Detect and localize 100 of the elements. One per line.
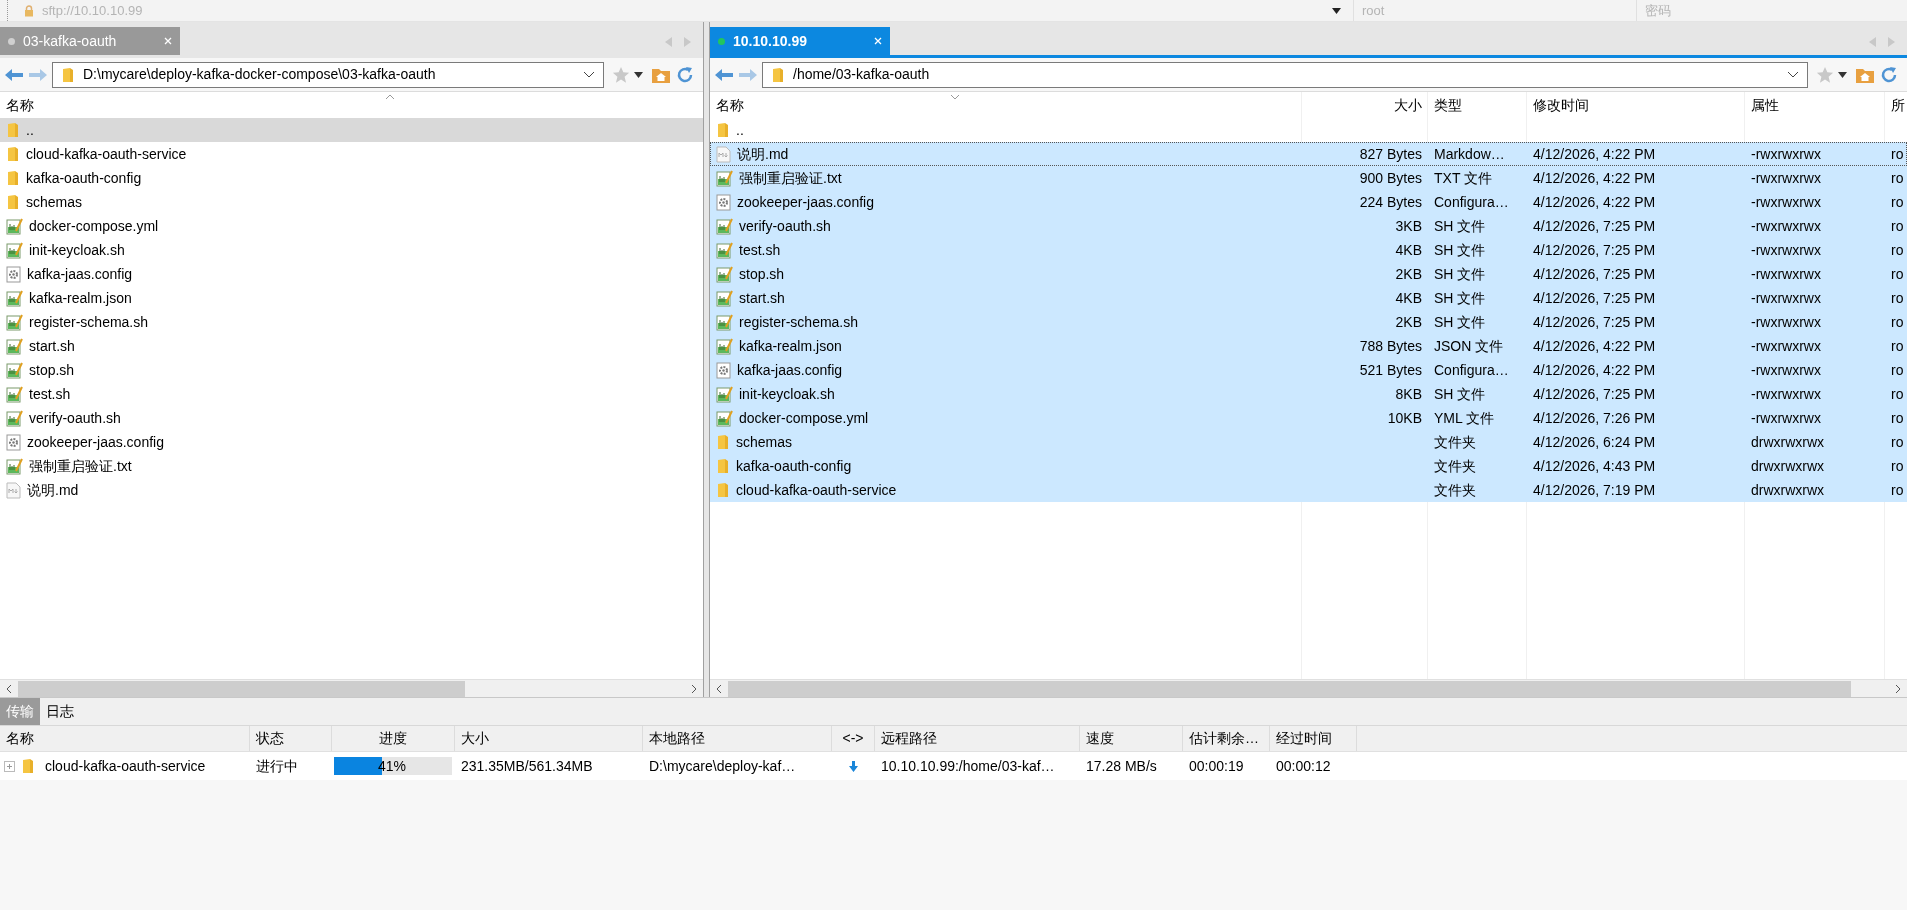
file-row[interactable]: kafka-oauth-config 文件夹 4/12/2026, 4:43 PM drwxrwxrwx ro — [710, 454, 1907, 478]
chevron-down-icon[interactable] — [1787, 70, 1799, 79]
file-row[interactable]: kafka-oauth-config — [0, 166, 703, 190]
table-cell-text: ro — [1891, 240, 1904, 260]
file-row[interactable]: test.sh — [0, 382, 703, 406]
file-row[interactable]: init-keycloak.sh — [0, 238, 703, 262]
file-row[interactable]: kafka-realm.json 788 Bytes JSON 文件 4/12/2026, 4:22 PM -rwxrwxrwx ro — [710, 334, 1907, 358]
table-cell-text: 4/12/2026, 7:25 PM — [1533, 384, 1656, 404]
file-name: stop.sh — [739, 264, 785, 284]
file-row[interactable]: verify-oauth.sh — [0, 406, 703, 430]
back-arrow-icon[interactable] — [714, 66, 734, 83]
column-header[interactable]: 进度 — [379, 728, 407, 749]
back-arrow-icon[interactable] — [4, 66, 24, 83]
file-name: start.sh — [739, 288, 785, 308]
table-cell-text: 521 Bytes — [1359, 360, 1422, 380]
column-header[interactable]: 修改时间 — [1533, 95, 1589, 116]
table-cell-text: -rwxrwxrwx — [1751, 168, 1821, 188]
file-row[interactable]: kafka-realm.json — [0, 286, 703, 310]
file-row[interactable]: .. — [0, 118, 703, 142]
file-row[interactable]: .. — [710, 118, 1907, 142]
caret-down-icon[interactable] — [634, 71, 643, 78]
close-icon[interactable] — [164, 37, 172, 45]
column-header[interactable]: 估计剩余… — [1189, 728, 1259, 749]
column-header[interactable]: 本地路径 — [649, 728, 705, 749]
file-row[interactable]: schemas 文件夹 4/12/2026, 6:24 PM drwxrwxrwx ro — [710, 430, 1907, 454]
folder-icon — [6, 146, 20, 162]
file-name: stop.sh — [29, 360, 75, 380]
file-row[interactable]: stop.sh 2KB SH 文件 4/12/2026, 7:25 PM -rwxrwxrwx ro — [710, 262, 1907, 286]
column-header[interactable]: 名称 — [716, 95, 744, 116]
close-icon[interactable] — [874, 37, 882, 45]
file-row[interactable]: docker-compose.yml 10KB YML 文件 4/12/2026, 7:26 PM -rwxrwxrwx ro — [710, 406, 1907, 430]
file-row[interactable]: 说明.md — [0, 478, 703, 502]
column-header[interactable]: 大小 — [1394, 95, 1422, 116]
column-header[interactable]: 状态 — [256, 728, 284, 749]
chevron-down-icon[interactable] — [583, 70, 595, 79]
file-row[interactable]: init-keycloak.sh 8KB SH 文件 4/12/2026, 7:25 PM -rwxrwxrwx ro — [710, 382, 1907, 406]
file-row[interactable]: test.sh 4KB SH 文件 4/12/2026, 7:25 PM -rwxrwxrwx ro — [710, 238, 1907, 262]
table-cell-text: SH 文件 — [1434, 240, 1486, 260]
file-name: kafka-jaas.config — [737, 360, 843, 380]
file-name: cloud-kafka-oauth-service — [26, 144, 187, 164]
column-header[interactable]: <-> — [842, 728, 864, 749]
column-header[interactable]: 经过时间 — [1276, 728, 1332, 749]
path-field[interactable]: /home/03-kafka-oauth — [762, 61, 1808, 88]
file-row[interactable]: cloud-kafka-oauth-service — [0, 142, 703, 166]
file-row[interactable]: cloud-kafka-oauth-service 文件夹 4/12/2026, 7:19 PM drwxrwxrwx ro — [710, 478, 1907, 502]
table-cell: 17.28 MB/s — [1086, 757, 1157, 774]
file-row[interactable]: register-schema.sh 2KB SH 文件 4/12/2026, 7:25 PM -rwxrwxrwx ro — [710, 310, 1907, 334]
table-cell-text: ro — [1891, 192, 1904, 212]
file-name: .. — [26, 120, 34, 140]
file-row[interactable]: stop.sh — [0, 358, 703, 382]
table-cell-text: ro — [1891, 432, 1904, 452]
password-field[interactable]: 密码 — [1637, 0, 1907, 21]
column-header[interactable]: 名称 — [6, 728, 34, 749]
caret-down-icon[interactable] — [1838, 71, 1847, 78]
file-row[interactable]: zookeeper-jaas.config — [0, 430, 703, 454]
file-row[interactable]: zookeeper-jaas.config 224 Bytes Configura… 4/12/2026, 4:22 PM -rwxrwxrwx ro — [710, 190, 1907, 214]
scrollbar-thumb[interactable] — [728, 680, 1851, 697]
column-header[interactable]: 速度 — [1086, 728, 1114, 749]
file-name: test.sh — [29, 384, 71, 404]
refresh-icon[interactable] — [1879, 64, 1899, 85]
file-row[interactable]: register-schema.sh — [0, 310, 703, 334]
star-icon[interactable] — [612, 65, 630, 84]
file-row[interactable]: schemas — [0, 190, 703, 214]
table-cell: 10.10.10.99:/home/03-kaf… — [881, 757, 1055, 774]
column-header[interactable]: 名称 — [0, 95, 703, 118]
file-row[interactable]: 说明.md 827 Bytes Markdow… 4/12/2026, 4:22 PM -rwxrwxrwx ro — [710, 142, 1907, 166]
column-header[interactable]: 类型 — [1434, 95, 1462, 116]
panel-tab[interactable]: 日志 — [40, 698, 80, 725]
column-header[interactable]: 属性 — [1751, 95, 1779, 116]
column-header[interactable]: 大小 — [461, 728, 489, 749]
column-header[interactable]: 所 — [1891, 95, 1905, 116]
path-field[interactable]: D:\mycare\deploy-kafka-docker-compose\03-kafka-oauth — [52, 61, 604, 88]
table-cell-text: 4KB — [1395, 288, 1422, 308]
pane-tab[interactable]: 10.10.10.99 — [710, 27, 890, 55]
caret-down-icon[interactable] — [1332, 7, 1341, 14]
file-name: kafka-realm.json — [29, 288, 132, 308]
table-cell-text: Configura… — [1434, 192, 1509, 212]
file-row[interactable]: start.sh 4KB SH 文件 4/12/2026, 7:25 PM -rwxrwxrwx ro — [710, 286, 1907, 310]
table-cell-text: 4/12/2026, 4:22 PM — [1533, 336, 1656, 356]
file-name: kafka-jaas.config — [27, 264, 133, 284]
file-name: 说明.md — [27, 480, 79, 500]
file-name: zookeeper-jaas.config — [737, 192, 874, 212]
refresh-icon[interactable] — [675, 64, 695, 85]
file-row[interactable]: docker-compose.yml — [0, 214, 703, 238]
table-cell-text: -rwxrwxrwx — [1751, 384, 1821, 404]
expand-icon[interactable] — [4, 760, 15, 772]
file-row[interactable]: verify-oauth.sh 3KB SH 文件 4/12/2026, 7:25 PM -rwxrwxrwx ro — [710, 214, 1907, 238]
file-row[interactable]: kafka-jaas.config 521 Bytes Configura… 4/12/2026, 4:22 PM -rwxrwxrwx ro — [710, 358, 1907, 382]
column-header[interactable]: 远程路径 — [881, 728, 937, 749]
file-row[interactable]: kafka-jaas.config — [0, 262, 703, 286]
forward-arrow-icon[interactable] — [738, 66, 758, 83]
table-cell-text: 827 Bytes — [1359, 144, 1422, 164]
star-icon[interactable] — [1816, 65, 1834, 84]
file-name: schemas — [26, 192, 83, 212]
scrollbar-thumb[interactable] — [18, 680, 465, 697]
file-row[interactable]: 强制重启验证.txt 900 Bytes TXT 文件 4/12/2026, 4:22 PM -rwxrwxrwx ro — [710, 166, 1907, 190]
table-cell-text: SH 文件 — [1434, 384, 1486, 404]
file-row[interactable]: start.sh — [0, 334, 703, 358]
file-row[interactable]: 强制重启验证.txt — [0, 454, 703, 478]
forward-arrow-icon[interactable] — [28, 66, 48, 83]
